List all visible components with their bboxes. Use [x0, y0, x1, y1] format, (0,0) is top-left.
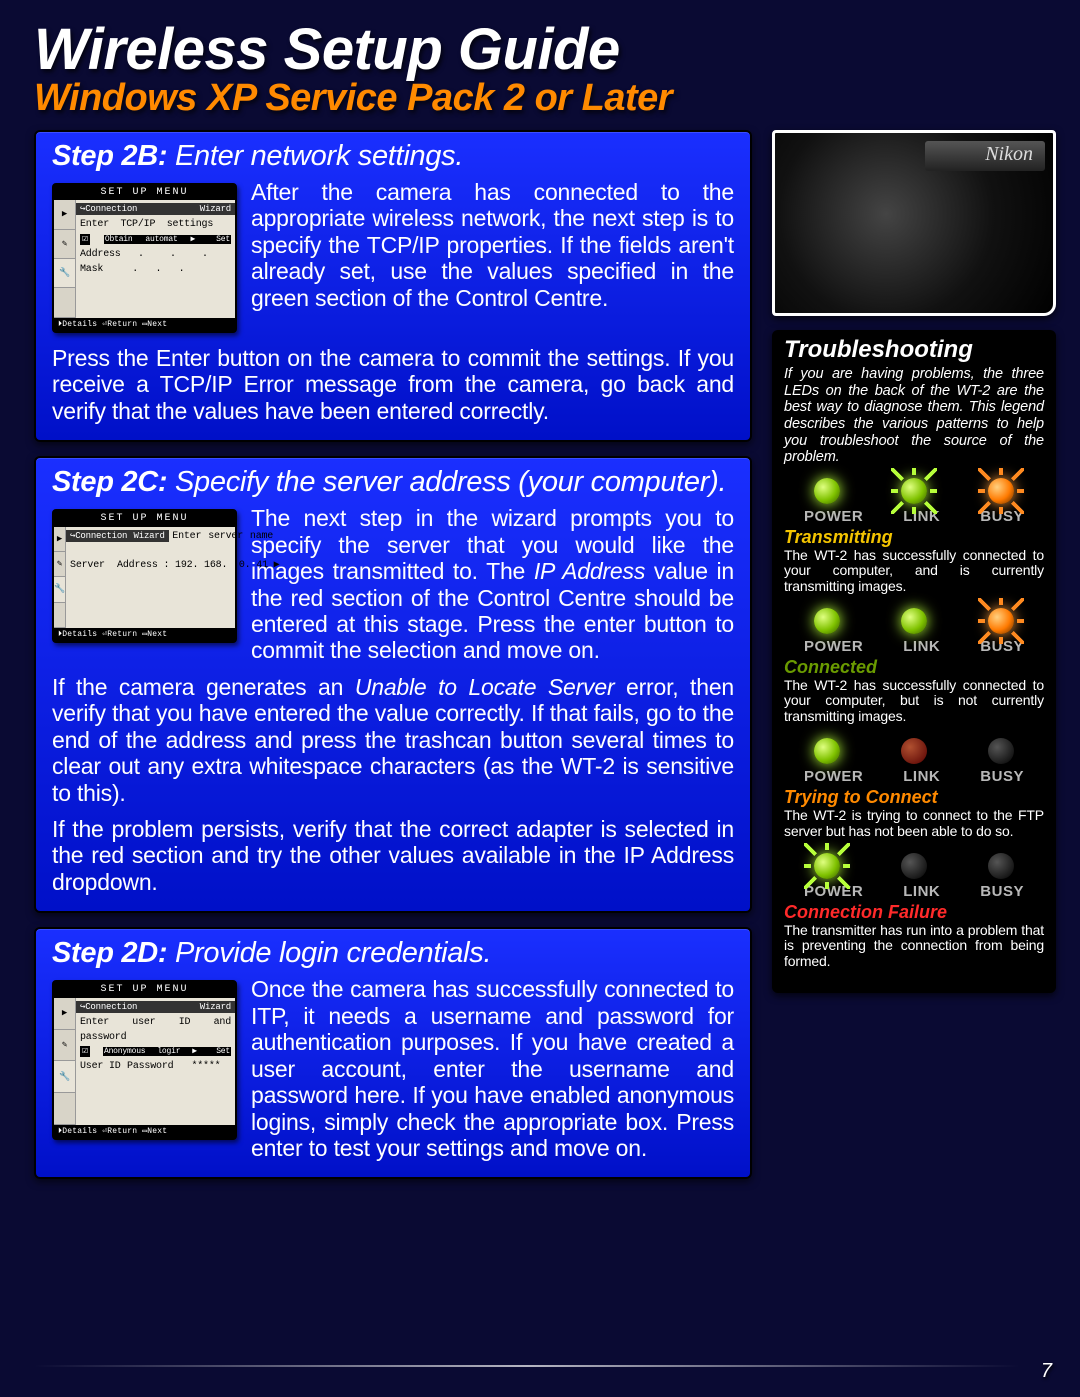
- led-power-icon: [814, 853, 840, 879]
- led-link-icon: [901, 738, 927, 764]
- step-2b-heading: Step 2B: Enter network settings.: [52, 140, 734, 173]
- step-2c-para3: If the problem persists, verify that the…: [52, 816, 734, 895]
- led-power-icon: [814, 608, 840, 634]
- step-2d-para1: Once the camera has successfully connect…: [251, 976, 734, 1161]
- ts-state-name: Connection Failure: [784, 902, 1044, 923]
- ts-state-desc: The transmitter has run into a problem t…: [784, 923, 1044, 969]
- step-2c-para2: If the camera generates an Unable to Loc…: [52, 674, 734, 806]
- ts-state-failure: POWER LINK BUSY Connection Failure The t…: [774, 849, 1054, 979]
- led-link-icon: [901, 478, 927, 504]
- main-column: Step 2B: Enter network settings. SET UP …: [34, 130, 752, 1194]
- step-2d-heading: Step 2D: Provide login credentials.: [52, 937, 734, 970]
- step-2c-para1: The next step in the wizard prompts you …: [251, 505, 734, 663]
- camera-photo: Nikon: [772, 130, 1056, 316]
- ts-state-connected: POWER LINK BUSY Connected The WT-2 has s…: [774, 604, 1054, 734]
- page-subtitle: Windows XP Service Pack 2 or Later: [34, 77, 1056, 120]
- ts-state-trying: POWER LINK BUSY Trying to Connect The WT…: [774, 734, 1054, 849]
- led-link-icon: [901, 608, 927, 634]
- troubleshooting-panel: Troubleshooting If you are having proble…: [772, 330, 1056, 993]
- troubleshooting-title: Troubleshooting: [774, 332, 1054, 366]
- step-2b: Step 2B: Enter network settings. SET UP …: [34, 130, 752, 442]
- footer-divider: [34, 1365, 1020, 1367]
- camera-screen-2d: SET UP MENU ▶✎🔧 ↪Connection Wizard Enter…: [52, 980, 237, 1140]
- ts-state-name: Connected: [784, 657, 1044, 678]
- ts-state-desc: The WT-2 has successfully connected to y…: [784, 678, 1044, 724]
- page-number: 7: [1041, 1360, 1052, 1383]
- step-2b-para1: After the camera has connected to the ap…: [251, 179, 734, 311]
- page-title: Wireless Setup Guide: [34, 20, 1056, 81]
- led-busy-icon: [988, 738, 1014, 764]
- troubleshooting-intro: If you are having problems, the three LE…: [774, 366, 1054, 474]
- led-link-icon: [901, 853, 927, 879]
- led-busy-icon: [988, 608, 1014, 634]
- step-2b-para2: Press the Enter button on the camera to …: [52, 345, 734, 424]
- ts-state-name: Transmitting: [784, 527, 1044, 548]
- ts-state-name: Trying to Connect: [784, 787, 1044, 808]
- step-2d: Step 2D: Provide login credentials. SET …: [34, 927, 752, 1179]
- camera-screen-2b: SET UP MENU ▶✎🔧 ↪Connection Wizard Enter…: [52, 183, 237, 333]
- step-2c: Step 2C: Specify the server address (you…: [34, 456, 752, 913]
- led-power-icon: [814, 478, 840, 504]
- ts-state-desc: The WT-2 is trying to connect to the FTP…: [784, 808, 1044, 839]
- camera-brand-label: Nikon: [985, 143, 1033, 166]
- sidebar: Nikon Troubleshooting If you are having …: [772, 130, 1056, 1194]
- step-2c-heading: Step 2C: Specify the server address (you…: [52, 466, 734, 499]
- led-power-icon: [814, 738, 840, 764]
- led-busy-icon: [988, 853, 1014, 879]
- led-busy-icon: [988, 478, 1014, 504]
- ts-state-transmitting: POWER LINK BUSY Transmitting The WT-2 ha…: [774, 474, 1054, 604]
- ts-state-desc: The WT-2 has successfully connected to y…: [784, 548, 1044, 594]
- camera-screen-2c: SET UP MENU ▶✎🔧 ↪Connection Wizard Enter…: [52, 509, 237, 643]
- header: Wireless Setup Guide Windows XP Service …: [34, 20, 1056, 120]
